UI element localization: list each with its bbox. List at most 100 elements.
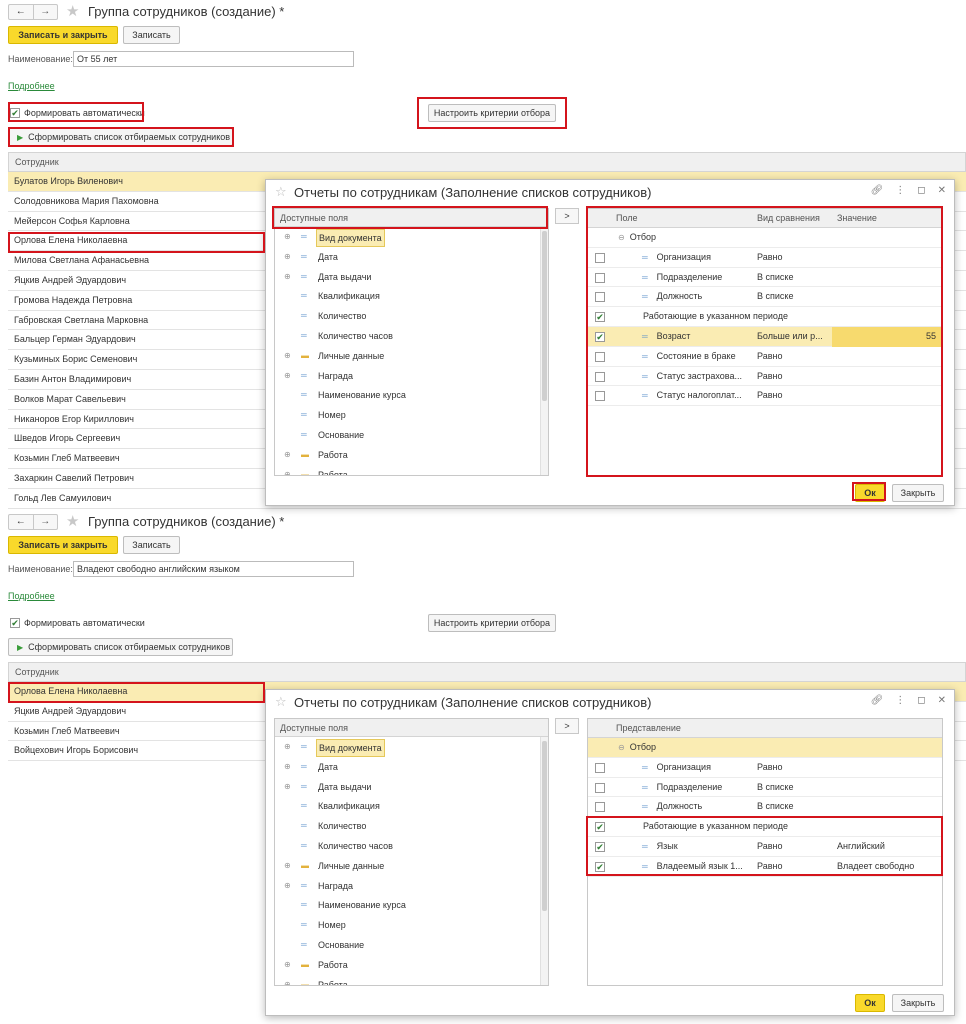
add-field-button[interactable]: >	[555, 718, 579, 734]
fields-scrollbar[interactable]	[540, 737, 548, 985]
link-icon[interactable]: 🔗︎	[871, 695, 884, 706]
filter-row-checkbox[interactable]	[595, 782, 605, 793]
field-tree-item[interactable]: ═ Количество	[275, 816, 548, 836]
filter-compare-cell[interactable]: Равно	[757, 386, 782, 406]
fields-scroll-thumb[interactable]	[542, 741, 547, 911]
filter-row[interactable]: ═ Владеемый язык 1... Равно Владеет свободн…	[588, 857, 942, 877]
field-tree-item[interactable]: ═ Основание	[275, 425, 548, 445]
filter-row[interactable]: ═ Организация Равно	[588, 248, 942, 268]
field-tree-item[interactable]: ⊕ ▬ Личные данные	[275, 856, 548, 876]
expand-icon[interactable]: ⊕	[284, 975, 291, 985]
field-tree-item[interactable]: ═ Наименование курса	[275, 385, 548, 405]
close-button[interactable]: Закрыть	[892, 994, 944, 1012]
configure-criteria-button[interactable]: Настроить критерии отбора	[428, 614, 556, 632]
configure-criteria-button[interactable]: Настроить критерии отбора	[428, 104, 556, 122]
dialog-favorite-star-icon[interactable]: ☆	[275, 184, 287, 200]
field-tree-item[interactable]: ⊕ ═ Дата выдачи	[275, 267, 548, 287]
filter-row[interactable]: ═ Должность В списке	[588, 287, 942, 308]
back-arrow-icon[interactable]: ←	[9, 5, 34, 19]
expand-icon[interactable]: ⊕	[284, 955, 291, 975]
filter-compare-cell[interactable]: Равно	[757, 367, 782, 387]
field-tree-item[interactable]: ⊕ ═ Награда	[275, 366, 548, 386]
ok-button[interactable]: Ок	[855, 484, 885, 502]
add-field-button[interactable]: >	[555, 208, 579, 224]
auto-form-checkbox[interactable]	[10, 618, 20, 628]
field-tree-item[interactable]: ⊕ ▬ Работа	[275, 445, 548, 465]
filter-row[interactable]: Работающие в указанном периоде	[588, 817, 942, 837]
field-tree-item[interactable]: ⊕ ═ Вид документа	[275, 737, 548, 757]
expand-icon[interactable]: ⊕	[284, 366, 291, 386]
employee-column-header[interactable]: Сотрудник	[8, 152, 966, 172]
field-tree-item[interactable]: ═ Квалификация	[275, 796, 548, 816]
expand-icon[interactable]: ⊕	[284, 777, 291, 797]
collapse-icon[interactable]: ⊖	[618, 743, 625, 752]
filter-row-checkbox[interactable]	[595, 371, 605, 382]
field-tree-item[interactable]: ⊕ ═ Вид документа	[275, 227, 548, 247]
maximize-icon[interactable]: ◻	[917, 185, 925, 196]
filter-row[interactable]: ═ Должность В списке	[588, 797, 942, 818]
filter-row[interactable]: ═ Возраст Больше или р... 55	[588, 326, 942, 347]
filter-row-checkbox[interactable]	[595, 861, 605, 872]
dialog-favorite-star-icon[interactable]: ☆	[275, 694, 287, 710]
close-icon[interactable]: ✕	[938, 185, 946, 196]
save-and-close-button[interactable]: Записать и закрыть	[8, 536, 118, 554]
more-menu-icon[interactable]: ⋮	[895, 185, 905, 196]
filter-row-checkbox[interactable]	[595, 841, 605, 852]
field-tree-item[interactable]: ⊕ ▬ Работа	[275, 465, 548, 475]
expand-icon[interactable]: ⊕	[284, 856, 291, 876]
field-tree-item[interactable]: ═ Квалификация	[275, 286, 548, 306]
save-button[interactable]: Записать	[123, 26, 180, 44]
filter-row[interactable]: ═ Статус налогоплат... Равно	[588, 386, 942, 407]
field-tree-item[interactable]: ⊕ ▬ Работа	[275, 955, 548, 975]
filter-compare-cell[interactable]: Равно	[757, 857, 782, 877]
filter-row[interactable]: ═ Язык Равно Английский	[588, 837, 942, 857]
more-details-link[interactable]: Подробнее	[8, 591, 55, 601]
save-button[interactable]: Записать	[123, 536, 180, 554]
expand-icon[interactable]: ⊕	[284, 465, 291, 475]
filter-compare-cell[interactable]: В списке	[757, 287, 793, 307]
expand-icon[interactable]: ⊕	[284, 737, 291, 757]
favorite-star-icon[interactable]: ★	[66, 512, 79, 530]
save-and-close-button[interactable]: Записать и закрыть	[8, 26, 118, 44]
filter-row-checkbox[interactable]	[595, 762, 605, 773]
filter-row-checkbox[interactable]	[595, 292, 605, 303]
collapse-icon[interactable]: ⊖	[618, 233, 625, 242]
expand-icon[interactable]: ⊕	[284, 876, 291, 896]
filter-compare-cell[interactable]: Равно	[757, 837, 782, 857]
filter-row[interactable]: ═ Подразделение В списке	[588, 778, 942, 798]
filter-row-checkbox[interactable]	[595, 391, 605, 402]
filter-compare-cell[interactable]: Равно	[757, 248, 782, 268]
field-tree-item[interactable]: ⊕ ▬ Личные данные	[275, 346, 548, 366]
auto-form-checkbox[interactable]	[10, 108, 20, 118]
field-tree-item[interactable]: ═ Наименование курса	[275, 895, 548, 915]
filter-row[interactable]: ═ Организация Равно	[588, 758, 942, 778]
expand-icon[interactable]: ⊕	[284, 346, 291, 366]
expand-icon[interactable]: ⊕	[284, 757, 291, 777]
field-tree-item[interactable]: ⊕ ═ Дата выдачи	[275, 777, 548, 797]
filter-compare-cell[interactable]: Равно	[757, 347, 782, 367]
maximize-icon[interactable]: ◻	[917, 695, 925, 706]
field-tree-item[interactable]: ═ Количество	[275, 306, 548, 326]
filter-row[interactable]: Работающие в указанном периоде	[588, 307, 942, 327]
field-tree-item[interactable]: ═ Номер	[275, 915, 548, 935]
field-tree-item[interactable]: ⊕ ═ Награда	[275, 876, 548, 896]
field-tree-item[interactable]: ⊕ ═ Дата	[275, 757, 548, 777]
filter-compare-cell[interactable]: В списке	[757, 797, 793, 817]
form-employee-list-button[interactable]: ▶ Сформировать список отбираемых сотрудни…	[8, 638, 233, 656]
forward-arrow-icon[interactable]: →	[34, 515, 58, 529]
name-input[interactable]: Владеют свободно английским языком	[73, 561, 354, 577]
filter-group-row[interactable]: ⊖ Отбор	[588, 228, 942, 248]
filter-row-checkbox[interactable]	[595, 252, 605, 263]
filter-row-checkbox[interactable]	[595, 802, 605, 813]
close-button[interactable]: Закрыть	[892, 484, 944, 502]
ok-button[interactable]: Ок	[855, 994, 885, 1012]
filter-compare-cell[interactable]: В списке	[757, 778, 793, 798]
filter-value-cell[interactable]: Английский	[837, 837, 885, 857]
filter-group-row[interactable]: ⊖ Отбор	[588, 738, 942, 758]
link-icon[interactable]: 🔗︎	[871, 185, 884, 196]
back-arrow-icon[interactable]: ←	[9, 515, 34, 529]
field-tree-item[interactable]: ⊕ ═ Дата	[275, 247, 548, 267]
more-details-link[interactable]: Подробнее	[8, 81, 55, 91]
filter-row-checkbox[interactable]	[595, 822, 605, 833]
filter-value-cell[interactable]: Владеет свободно	[837, 857, 914, 877]
